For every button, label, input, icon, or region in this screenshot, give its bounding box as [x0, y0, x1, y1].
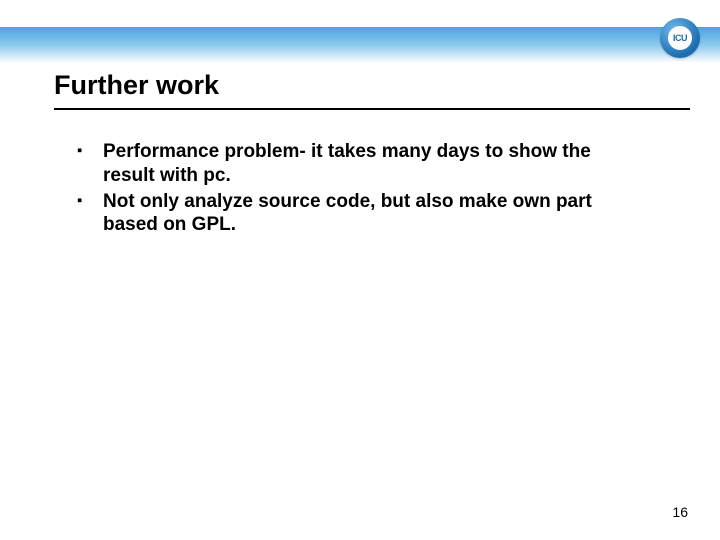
list-item: Not only analyze source code, but also m… — [75, 190, 640, 238]
page-title: Further work — [54, 70, 219, 101]
bullet-list: Performance problem- it takes many days … — [75, 140, 640, 237]
content-area: Performance problem- it takes many days … — [75, 140, 640, 239]
logo-circle-icon: ICU — [660, 18, 700, 58]
list-item: Performance problem- it takes many days … — [75, 140, 640, 188]
logo-text: ICU — [668, 26, 692, 50]
page-number: 16 — [672, 504, 688, 520]
header-gradient-band — [0, 27, 720, 63]
title-underline — [54, 108, 690, 110]
logo: ICU — [660, 18, 700, 58]
